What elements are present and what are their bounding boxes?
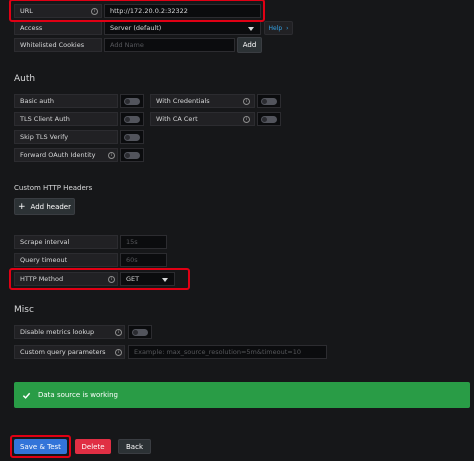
with-credentials-label: With Credentials — [150, 94, 255, 108]
toggle-switch — [124, 152, 140, 159]
disable-metrics-label: Disable metrics lookup — [14, 325, 125, 339]
with-ca-cert-info-icon[interactable]: i — [243, 115, 250, 123]
help-button[interactable]: Help › — [264, 21, 293, 35]
toggle-switch — [124, 116, 140, 123]
disable-metrics-info-icon[interactable]: i — [115, 328, 122, 336]
status-alert: Data source is working — [14, 382, 470, 408]
forward-oauth-toggle[interactable] — [120, 148, 144, 162]
forward-oauth-label: Forward OAuth Identity — [14, 148, 118, 162]
http-method-info-icon[interactable]: i — [108, 275, 115, 283]
cookies-label: Whitelisted Cookies — [14, 38, 102, 52]
scrape-interval-input[interactable]: 15s — [120, 235, 167, 249]
cookies-input[interactable]: Add Name — [104, 38, 235, 52]
custom-query-info-icon[interactable]: i — [115, 348, 122, 356]
with-ca-cert-toggle[interactable] — [257, 112, 281, 126]
url-info-icon[interactable]: i — [91, 7, 98, 15]
with-ca-cert-label: With CA Cert — [150, 112, 255, 126]
access-label: Access — [14, 21, 102, 35]
with-credentials-info-icon[interactable]: i — [243, 97, 250, 105]
access-select[interactable]: Server (default) — [104, 21, 261, 35]
basic-auth-label: Basic auth — [14, 94, 118, 108]
skip-tls-verify-toggle[interactable] — [120, 130, 144, 144]
plus-icon: + — [18, 201, 26, 212]
save-test-button[interactable]: Save & Test — [14, 439, 67, 454]
query-timeout-input[interactable]: 60s — [120, 253, 167, 267]
tls-client-auth-toggle[interactable] — [120, 112, 144, 126]
forward-oauth-info-icon[interactable]: i — [108, 151, 115, 159]
delete-button[interactable]: Delete — [75, 439, 111, 454]
chevron-down-icon — [248, 27, 254, 31]
toggle-switch — [261, 98, 277, 105]
with-credentials-toggle[interactable] — [257, 94, 281, 108]
skip-tls-verify-label: Skip TLS Verify — [14, 130, 118, 144]
custom-query-label: Custom query parameters — [14, 345, 125, 359]
scrape-interval-label: Scrape interval — [14, 235, 118, 249]
toggle-switch — [124, 98, 140, 105]
custom-query-input[interactable]: Example: max_source_resolution=5m&timeou… — [128, 345, 327, 359]
chevron-right-icon: › — [286, 24, 289, 32]
back-button[interactable]: Back — [118, 439, 151, 454]
toggle-switch — [261, 116, 277, 123]
misc-title: Misc — [14, 305, 34, 315]
basic-auth-toggle[interactable] — [120, 94, 144, 108]
http-method-select[interactable]: GET — [120, 272, 175, 286]
http-method-label: HTTP Method — [14, 272, 118, 286]
add-header-button[interactable]: + Add header — [14, 198, 75, 215]
toggle-switch — [132, 329, 148, 336]
query-timeout-label: Query timeout — [14, 253, 118, 267]
add-cookie-button[interactable]: Add — [237, 37, 262, 53]
url-input[interactable]: http://172.20.0.2:32322 — [104, 4, 261, 18]
chevron-down-icon — [162, 278, 168, 282]
status-message: Data source is working — [38, 391, 118, 399]
check-icon — [22, 392, 31, 399]
disable-metrics-toggle[interactable] — [128, 325, 152, 339]
auth-title: Auth — [14, 74, 36, 84]
custom-headers-title: Custom HTTP Headers — [14, 184, 93, 192]
url-label: URL — [14, 4, 102, 18]
toggle-switch — [124, 134, 140, 141]
tls-client-auth-label: TLS Client Auth — [14, 112, 118, 126]
